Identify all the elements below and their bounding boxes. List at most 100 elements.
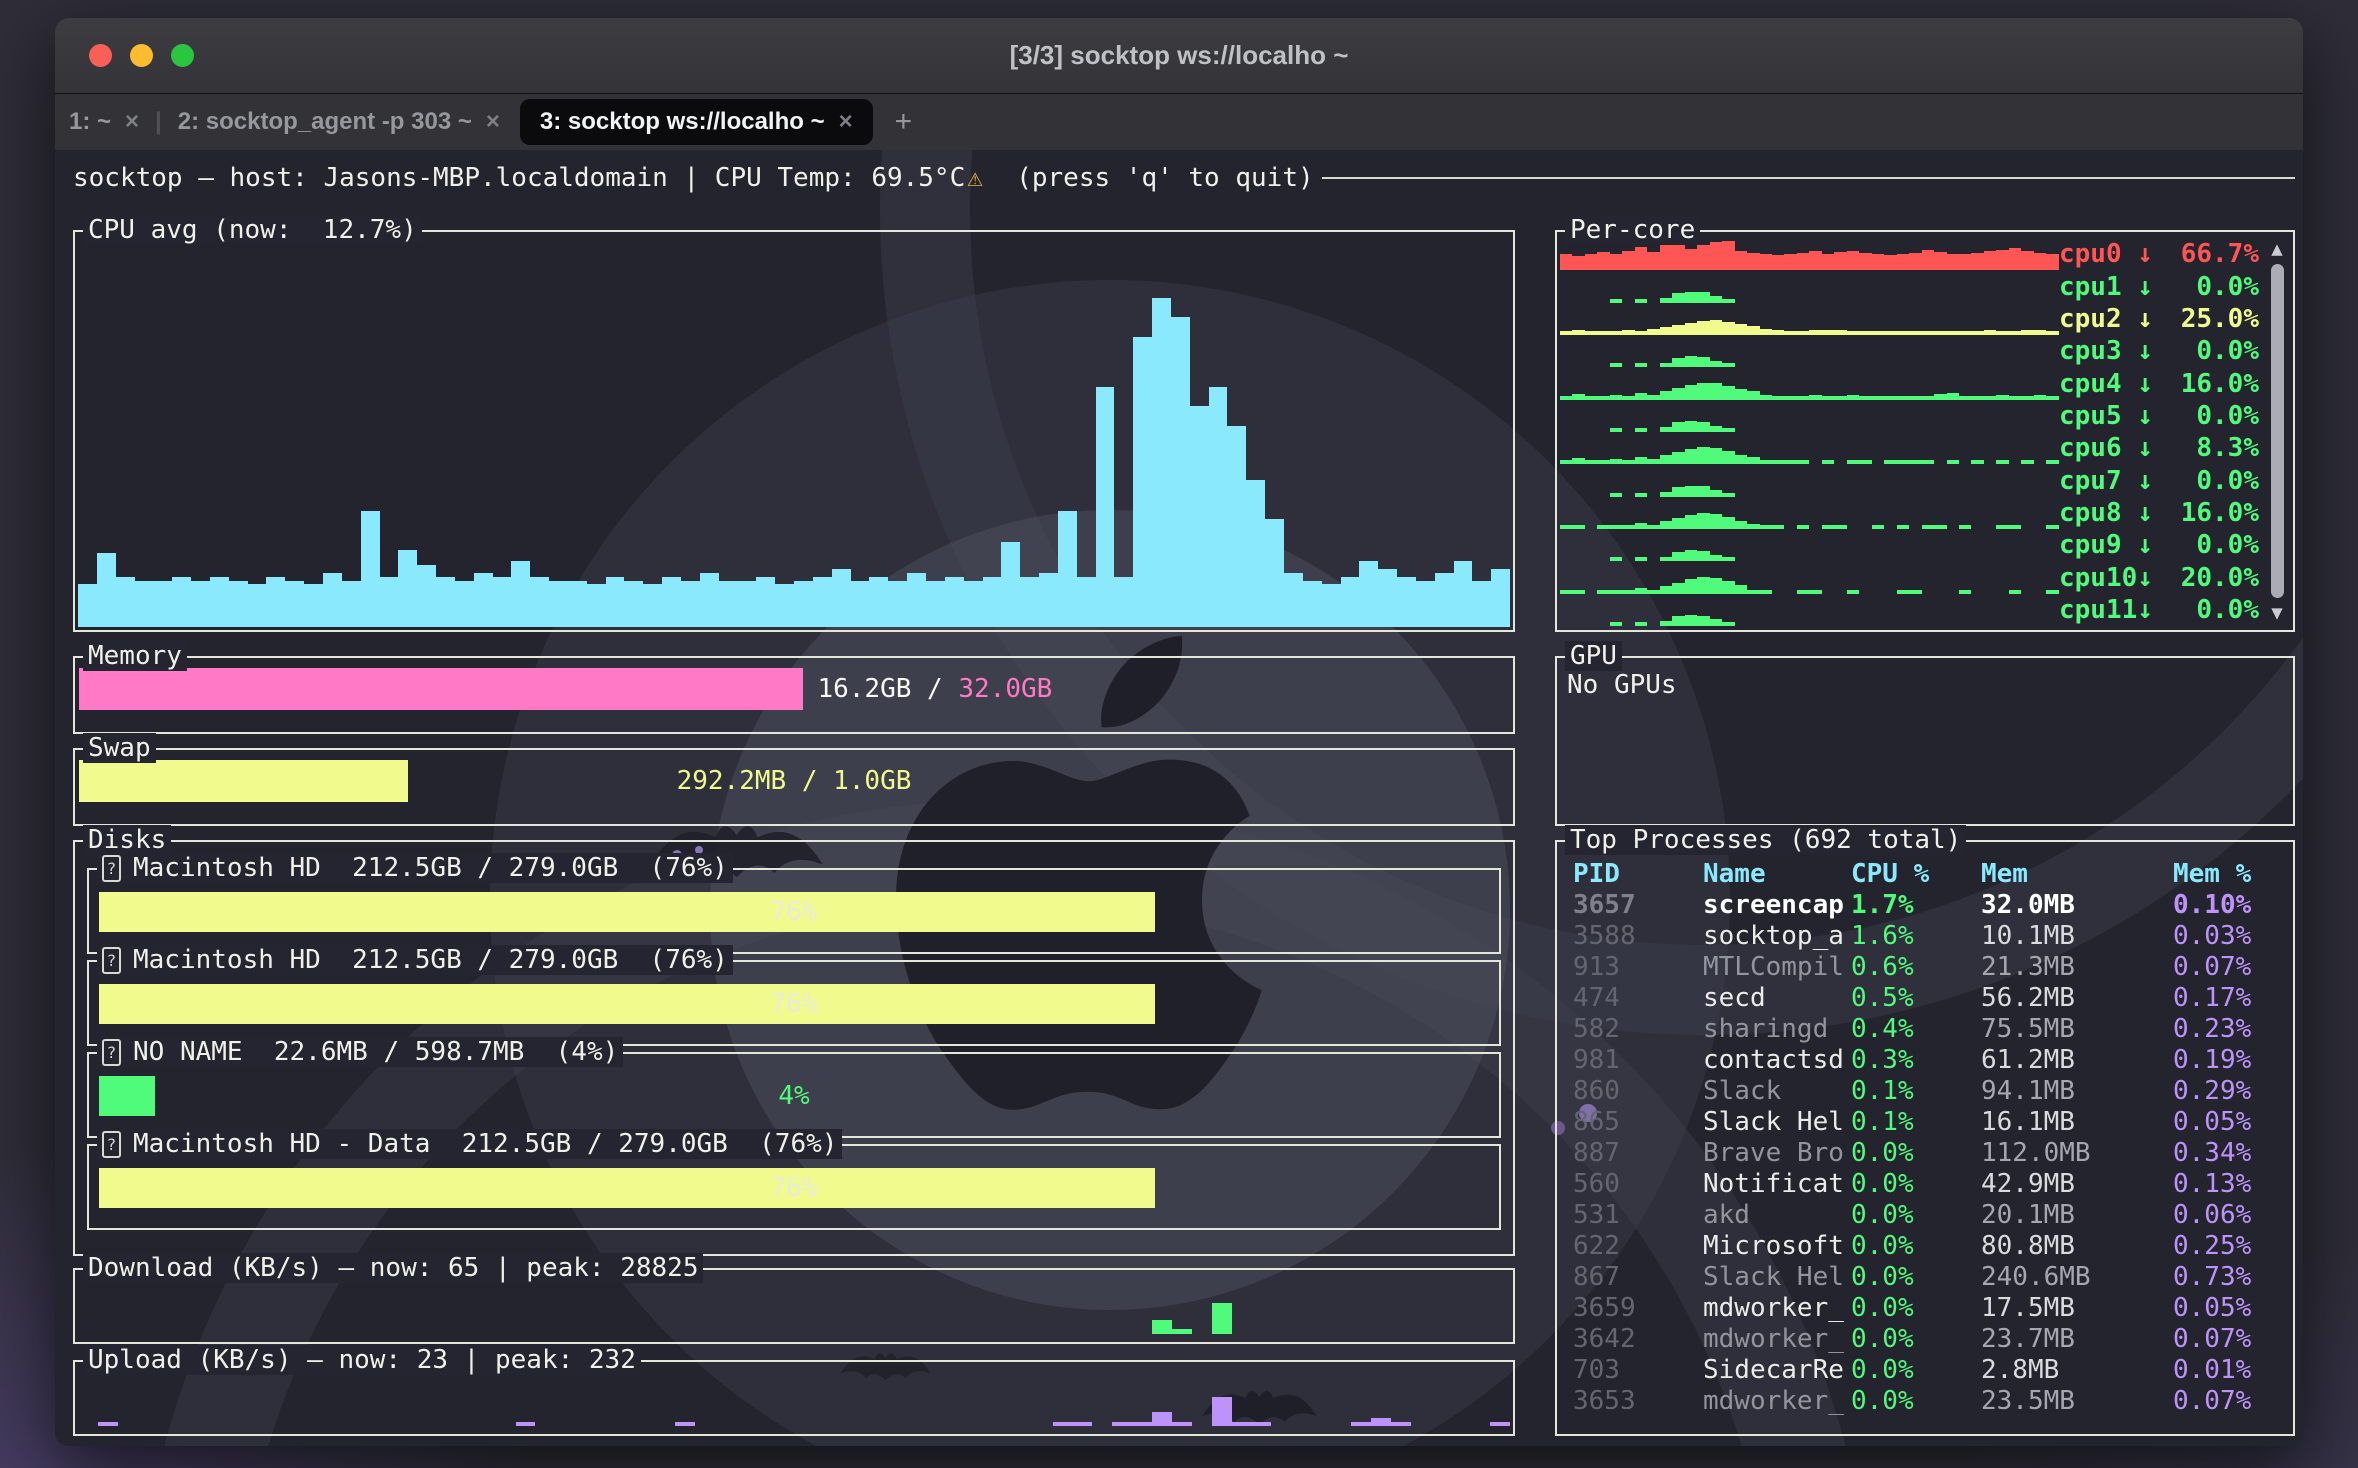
process-memory-percent: 0.19% <box>2173 1047 2293 1073</box>
disks-panel: Disks ?Macintosh HD 212.5GB / 279.0GB (7… <box>73 840 1515 1256</box>
histogram-bar <box>1672 325 1684 335</box>
per-core-sparkline <box>1560 529 2059 561</box>
process-pid: 981 <box>1573 1047 1703 1073</box>
histogram-bar <box>1265 519 1284 627</box>
histogram-bar <box>1252 1422 1272 1426</box>
per-core-label: cpu10↓20.0% <box>2059 565 2259 594</box>
tab-2[interactable]: 2: socktop_agent -p 303 ~ × <box>164 108 514 136</box>
swap-gauge-label: 292.2MB / 1.0GB <box>677 766 912 796</box>
process-cpu-percent: 0.4% <box>1851 1016 1981 1042</box>
histogram-bar <box>1232 1422 1252 1427</box>
per-core-sparkline <box>1560 270 2059 302</box>
scroll-up-icon[interactable]: ▲ <box>2271 236 2282 262</box>
per-core-row: cpu5 ↓0.0% <box>1560 400 2259 432</box>
histogram-bar <box>474 573 493 627</box>
histogram-bar <box>1884 255 1896 270</box>
tab-3-active[interactable]: 3: socktop ws://localho ~ × <box>520 99 873 145</box>
histogram-bar <box>1685 249 1697 270</box>
histogram-bar <box>1341 577 1360 627</box>
disk-gauge: 4% <box>99 1076 1489 1116</box>
core-name: cpu2 ↓ <box>2059 306 2153 332</box>
histogram-bar <box>1112 1422 1132 1426</box>
tab-1-close-icon[interactable]: × <box>125 108 139 136</box>
process-memory: 17.5MB <box>1981 1295 2173 1321</box>
core-usage-value: 0.0% <box>2196 403 2259 429</box>
header-rule <box>1322 177 2295 179</box>
per-core-title: Per-core <box>1565 215 1700 245</box>
histogram-bar <box>116 577 135 627</box>
scroll-down-icon[interactable]: ▼ <box>2271 600 2282 626</box>
disk-item-panel: ?NO NAME 22.6MB / 598.7MB (4%)4% <box>87 1052 1501 1138</box>
memory-gauge: 16.2GB / 32.0GB <box>79 668 1509 710</box>
process-memory: 21.3MB <box>1981 954 2173 980</box>
histogram-bar <box>1491 569 1510 627</box>
histogram-bar <box>1710 320 1722 335</box>
histogram-bar <box>304 584 323 627</box>
new-tab-button[interactable]: + <box>895 105 913 139</box>
disk-gauge: 76% <box>99 984 1489 1024</box>
per-core-label: cpu2 ↓25.0% <box>2059 306 2259 335</box>
histogram-bar <box>1172 1422 1192 1427</box>
histogram-bar <box>229 581 248 627</box>
process-memory-percent: 0.05% <box>2173 1295 2293 1321</box>
histogram-bar <box>1672 616 1684 626</box>
process-cpu-percent: 0.6% <box>1851 954 1981 980</box>
histogram-bar <box>587 584 606 627</box>
histogram-bar <box>417 565 436 627</box>
process-pid: 860 <box>1573 1078 1703 1104</box>
gpu-title: GPU <box>1565 641 1622 671</box>
histogram-bar <box>516 1422 536 1426</box>
process-memory-percent: 0.29% <box>2173 1078 2293 1104</box>
histogram-bar <box>1909 253 1921 271</box>
process-row: 860Slack0.1%94.1MB0.29% <box>1557 1075 2293 1106</box>
histogram-bar <box>1572 256 1584 271</box>
memory-panel: Memory 16.2GB / 32.0GB <box>73 656 1515 734</box>
tab-2-close-icon[interactable]: × <box>486 108 500 136</box>
histogram-bar <box>549 581 568 627</box>
disk-item-panel: ?Macintosh HD 212.5GB / 279.0GB (76%)76% <box>87 960 1501 1046</box>
histogram-bar <box>1635 457 1647 464</box>
process-name: akd <box>1703 1202 1851 1228</box>
process-memory-percent: 0.34% <box>2173 1140 2293 1166</box>
histogram-bar <box>1359 561 1378 627</box>
tab-3-close-icon[interactable]: × <box>839 108 853 136</box>
core-usage-value: 66.7% <box>2181 241 2259 267</box>
app-header-text: socktop — host: Jasons-MBP.localdomain |… <box>73 163 965 193</box>
core-usage-value: 16.0% <box>2181 371 2259 397</box>
histogram-bar <box>266 577 285 627</box>
histogram-bar <box>1227 426 1246 627</box>
tab-separator: | <box>155 108 162 136</box>
histogram-bar <box>1685 515 1697 529</box>
process-name: MTLCompil <box>1703 954 1851 980</box>
process-pid: 582 <box>1573 1016 1703 1042</box>
process-cpu-percent: 0.0% <box>1851 1357 1981 1383</box>
per-core-scrollbar[interactable]: ▲ ▼ <box>2265 236 2289 626</box>
disk-title-text: NO NAME 22.6MB / 598.7MB (4%) <box>133 1037 618 1067</box>
histogram-bar <box>1722 386 1734 400</box>
histogram-bar <box>869 577 888 627</box>
histogram-bar <box>1934 252 1946 271</box>
per-core-sparkline <box>1560 497 2059 529</box>
histogram-bar <box>1672 293 1684 303</box>
histogram-bar <box>1697 577 1709 594</box>
top-processes-title: Top Processes (692 total) <box>1565 825 1966 855</box>
histogram-bar <box>1585 254 1597 270</box>
scrollbar-track[interactable] <box>2271 264 2284 598</box>
histogram-bar <box>1984 251 1996 270</box>
tab-1[interactable]: 1: ~ × <box>55 108 153 136</box>
histogram-bar <box>1152 298 1171 627</box>
process-table-header: PID Name CPU % Mem Mem % <box>1557 858 2293 889</box>
histogram-bar <box>1971 253 1983 271</box>
histogram-bar <box>1747 391 1759 399</box>
process-name: mdworker_ <box>1703 1326 1851 1352</box>
histogram-bar <box>1077 577 1096 627</box>
process-row: 3588socktop_a1.6%10.1MB0.03% <box>1557 920 2293 951</box>
col-mem: Mem <box>1981 861 2173 887</box>
histogram-bar <box>1672 358 1684 368</box>
per-core-panel: Per-core cpu0 ↓66.7%cpu1 ↓0.0%cpu2 ↓25.0… <box>1555 230 2295 632</box>
histogram-bar <box>1114 577 1133 627</box>
process-memory: 20.1MB <box>1981 1202 2173 1228</box>
core-usage-value: 0.0% <box>2196 597 2259 623</box>
histogram-bar <box>1635 622 1647 626</box>
histogram-bar <box>1020 577 1039 627</box>
